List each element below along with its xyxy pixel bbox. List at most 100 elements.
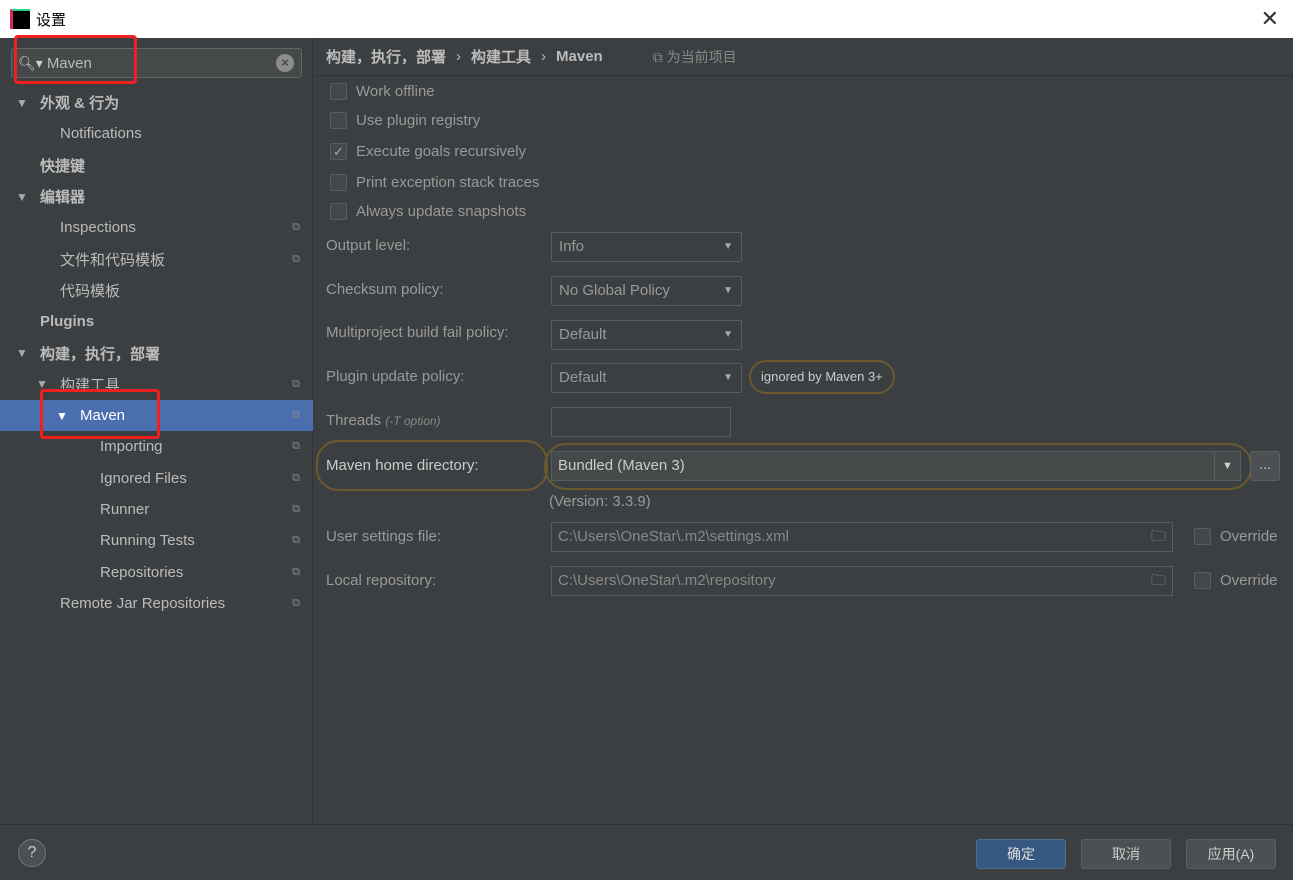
title-bar: 设置 ✕ bbox=[0, 0, 1293, 38]
settings-sidebar: 🔍︎▾ × ▼外观 & 行为Notifications快捷键▼编辑器Inspec… bbox=[0, 35, 313, 824]
expand-arrow-icon[interactable]: ▼ bbox=[16, 96, 40, 110]
checkbox-label: Print exception stack traces bbox=[356, 174, 540, 191]
tree-item[interactable]: Notifications bbox=[0, 118, 313, 149]
tree-item-label: Remote Jar Repositories bbox=[60, 594, 226, 612]
checkbox-icon[interactable] bbox=[330, 83, 347, 100]
folder-icon: 🗀 bbox=[1150, 528, 1166, 545]
settings-tree: ▼ 外观 & 行为 Notifications 快捷键 ▼ 编辑器 Inspections ⧉… bbox=[0, 87, 313, 619]
folder-icon: 🗀 bbox=[1150, 572, 1166, 589]
chevron-down-icon: ▼ bbox=[1214, 452, 1240, 480]
multiproject-fail-policy-dropdown[interactable]: Default ▼ bbox=[551, 320, 742, 350]
annotation-box bbox=[14, 35, 137, 84]
option-checkbox[interactable]: Use plugin registry bbox=[330, 112, 480, 129]
expand-arrow-icon[interactable]: ▼ bbox=[16, 190, 40, 204]
plugin-update-policy-label: Plugin update policy: bbox=[326, 368, 465, 385]
plugin-update-policy-dropdown[interactable]: Default ▼ bbox=[551, 363, 742, 393]
expand-arrow-icon[interactable]: ▼ bbox=[16, 346, 40, 360]
local-repository-override-checkbox[interactable]: Override bbox=[1194, 572, 1278, 589]
window-title: 设置 bbox=[36, 11, 67, 29]
apply-button[interactable]: 应用(A) bbox=[1186, 839, 1276, 869]
tree-item-label: 编辑器 bbox=[40, 189, 86, 207]
tree-item[interactable]: ▼ 编辑器 bbox=[0, 181, 313, 212]
checkbox-icon[interactable] bbox=[330, 174, 347, 191]
checkbox-icon[interactable] bbox=[330, 203, 347, 220]
project-scope-icon: ⧉ bbox=[292, 440, 300, 453]
tree-item[interactable]: ▼ 构建，执行，部署 bbox=[0, 337, 313, 368]
project-scope-icon: ⧉ bbox=[292, 221, 300, 234]
option-checkbox[interactable]: Always update snapshots bbox=[330, 203, 526, 220]
app-logo bbox=[10, 9, 30, 29]
project-scope-icon: ⧉ bbox=[292, 471, 300, 484]
annotation-box bbox=[40, 389, 160, 439]
option-checkbox[interactable]: ✓ Execute goals recursively bbox=[330, 143, 526, 160]
checkbox-label: Work offline bbox=[356, 83, 435, 100]
tree-item[interactable]: Remote Jar Repositories ⧉ bbox=[0, 588, 313, 619]
tree-item[interactable]: 快捷键 bbox=[0, 150, 313, 181]
output-level-label: Output level: bbox=[326, 237, 411, 254]
checkbox-label: Execute goals recursively bbox=[356, 143, 527, 160]
output-level-dropdown[interactable]: Info ▼ bbox=[551, 232, 742, 262]
breadcrumb-item[interactable]: 构建工具 bbox=[471, 46, 531, 67]
tree-item-label: 快捷键 bbox=[40, 157, 86, 175]
plugin-update-note: ignored by Maven 3+ bbox=[749, 360, 895, 394]
clear-search-icon[interactable]: × bbox=[276, 54, 294, 72]
checksum-policy-dropdown[interactable]: No Global Policy ▼ bbox=[551, 276, 742, 306]
chevron-down-icon: ▼ bbox=[723, 285, 733, 296]
option-checkbox[interactable]: Work offline bbox=[330, 83, 435, 100]
user-settings-input[interactable]: C:\Users\OneStar\.m2\settings.xml 🗀 bbox=[551, 522, 1173, 552]
breadcrumb-item: Maven bbox=[556, 48, 603, 65]
chevron-down-icon: ▼ bbox=[723, 372, 733, 383]
tree-item-label: 文件和代码模板 bbox=[60, 251, 166, 269]
tree-item[interactable]: ▼ 外观 & 行为 bbox=[0, 87, 313, 118]
project-scope-icon: ⧉ bbox=[292, 565, 300, 578]
help-button[interactable]: ? bbox=[18, 839, 46, 867]
maven-home-combobox[interactable]: Bundled (Maven 3) ▼ bbox=[551, 451, 1241, 481]
breadcrumb: 构建，执行，部署 › 构建工具 › Maven ⧉ 为当前项目 bbox=[314, 38, 1293, 76]
maven-settings-panel: 构建，执行，部署 › 构建工具 › Maven ⧉ 为当前项目 Work offli… bbox=[314, 38, 1293, 824]
tree-item-label: Importing bbox=[100, 438, 163, 456]
tree-item-label: Notifications bbox=[60, 125, 142, 143]
cancel-button[interactable]: 取消 bbox=[1081, 839, 1171, 869]
tree-item[interactable]: Plugins bbox=[0, 306, 313, 337]
maven-home-label: Maven home directory: bbox=[326, 457, 479, 474]
checkbox-label: Always update snapshots bbox=[356, 203, 527, 220]
tree-item[interactable]: Running Tests ⧉ bbox=[0, 525, 313, 556]
threads-input[interactable] bbox=[551, 407, 731, 437]
option-checkbox[interactable]: Print exception stack traces bbox=[330, 174, 539, 191]
chevron-down-icon: ▼ bbox=[723, 241, 733, 252]
tree-item-label: 外观 & 行为 bbox=[40, 95, 120, 113]
user-settings-label: User settings file: bbox=[326, 528, 442, 545]
dialog-footer: ? 确定 取消 应用(A) bbox=[0, 824, 1293, 880]
tree-item-label: Plugins bbox=[40, 313, 95, 331]
multiproject-fail-policy-label: Multiproject build fail policy: bbox=[326, 324, 509, 341]
tree-item[interactable]: 代码模板 bbox=[0, 275, 313, 306]
project-scope-icon: ⧉ bbox=[292, 534, 300, 547]
checksum-policy-label: Checksum policy: bbox=[326, 281, 444, 298]
close-icon[interactable]: ✕ bbox=[1261, 6, 1279, 32]
tree-item-label: Running Tests bbox=[100, 532, 195, 550]
ok-button[interactable]: 确定 bbox=[976, 839, 1066, 869]
maven-version: (Version: 3.3.9) bbox=[549, 493, 651, 510]
tree-item-label: 代码模板 bbox=[60, 282, 121, 300]
project-scope-icon: ⧉ bbox=[292, 377, 300, 390]
tree-item-label: Inspections bbox=[60, 219, 136, 237]
tree-item-label: Runner bbox=[100, 501, 150, 518]
checkbox-icon[interactable] bbox=[330, 112, 347, 129]
project-scope-label: ⧉ 为当前项目 bbox=[652, 48, 737, 65]
tree-item[interactable]: 文件和代码模板 ⧉ bbox=[0, 243, 313, 274]
user-settings-override-checkbox[interactable]: Override bbox=[1194, 528, 1278, 545]
project-scope-icon: ⧉ bbox=[292, 503, 300, 515]
checkbox-icon[interactable]: ✓ bbox=[330, 143, 347, 160]
browse-button[interactable]: ... bbox=[1250, 451, 1280, 481]
chevron-down-icon: ▼ bbox=[723, 329, 733, 340]
project-scope-icon: ⧉ bbox=[292, 596, 300, 609]
tree-item[interactable]: Ignored Files ⧉ bbox=[0, 463, 313, 494]
tree-item-label: Repositories bbox=[100, 563, 184, 581]
tree-item[interactable]: Inspections ⧉ bbox=[0, 212, 313, 243]
local-repository-input[interactable]: C:\Users\OneStar\.m2\repository 🗀 bbox=[551, 566, 1173, 596]
breadcrumb-item[interactable]: 构建，执行，部署 bbox=[326, 46, 446, 67]
tree-item[interactable]: Runner ⧉ bbox=[0, 494, 313, 525]
tree-item[interactable]: Repositories ⧉ bbox=[0, 556, 313, 587]
threads-label: Threads (-T option) bbox=[326, 412, 441, 429]
local-repository-label: Local repository: bbox=[326, 572, 437, 589]
